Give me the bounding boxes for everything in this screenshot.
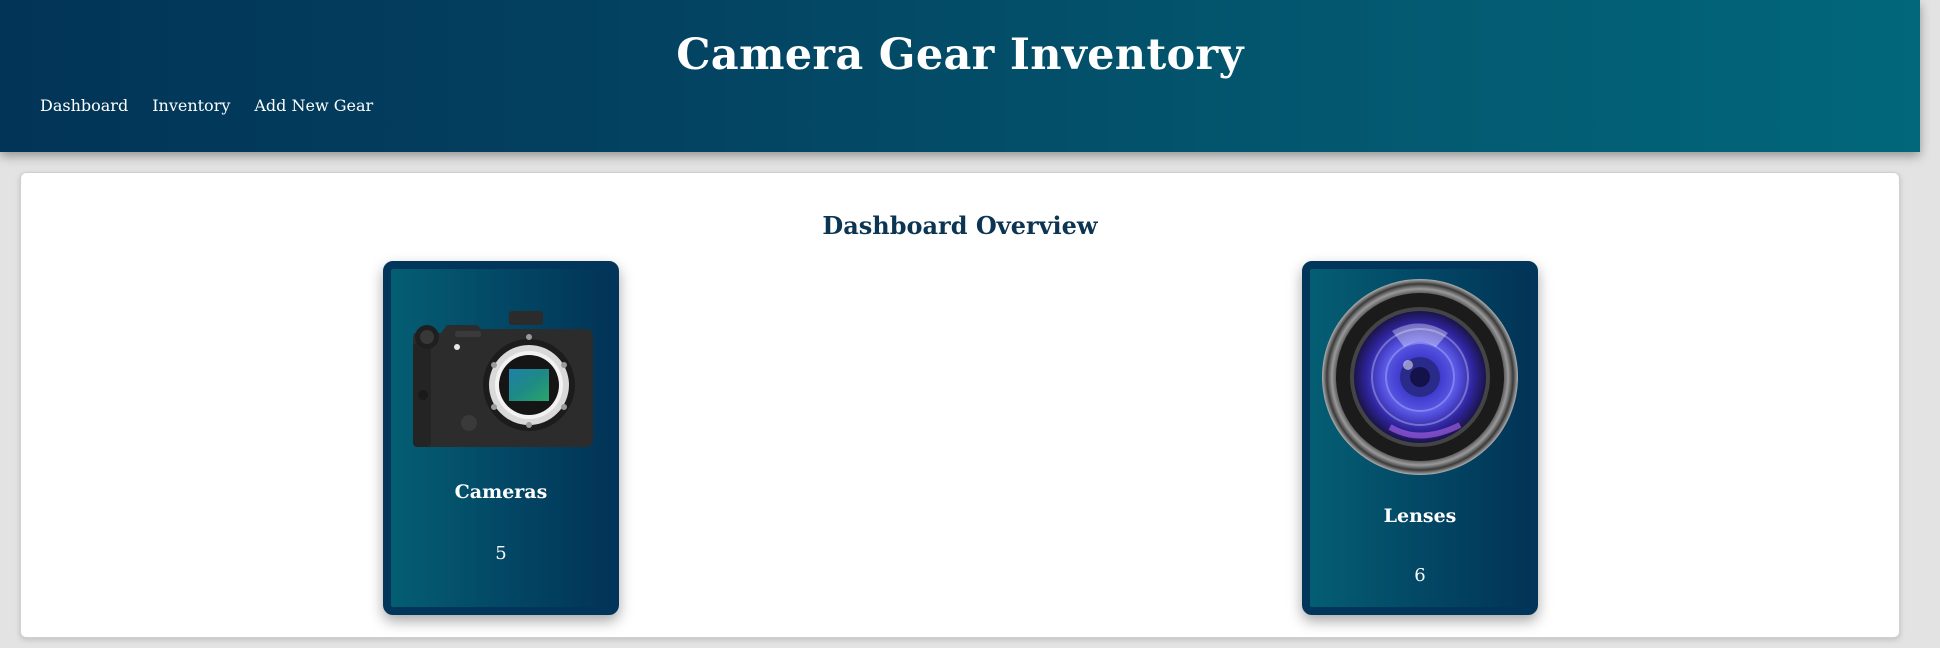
main-nav: Dashboard Inventory Add New Gear (40, 96, 373, 115)
lenses-card-count: 6 (1414, 565, 1426, 586)
app-header: Camera Gear Inventory Dashboard Inventor… (0, 0, 1920, 152)
nav-add-new-gear[interactable]: Add New Gear (254, 96, 373, 115)
lenses-card[interactable]: Lenses 6 (1302, 261, 1538, 615)
section-title: Dashboard Overview (822, 211, 1098, 240)
cameras-card-label: Cameras (454, 481, 548, 503)
cameras-card[interactable]: Cameras 5 (383, 261, 619, 615)
dashboard-panel: Dashboard Overview Cameras 5 Lenses 6 (20, 172, 1900, 638)
nav-inventory[interactable]: Inventory (152, 96, 230, 115)
app-title: Camera Gear Inventory (676, 30, 1244, 80)
camera-lens-icon (1322, 279, 1518, 475)
nav-dashboard[interactable]: Dashboard (40, 96, 128, 115)
cameras-card-count: 5 (495, 543, 507, 564)
camera-body-icon (413, 311, 593, 447)
lenses-card-label: Lenses (1383, 505, 1457, 527)
